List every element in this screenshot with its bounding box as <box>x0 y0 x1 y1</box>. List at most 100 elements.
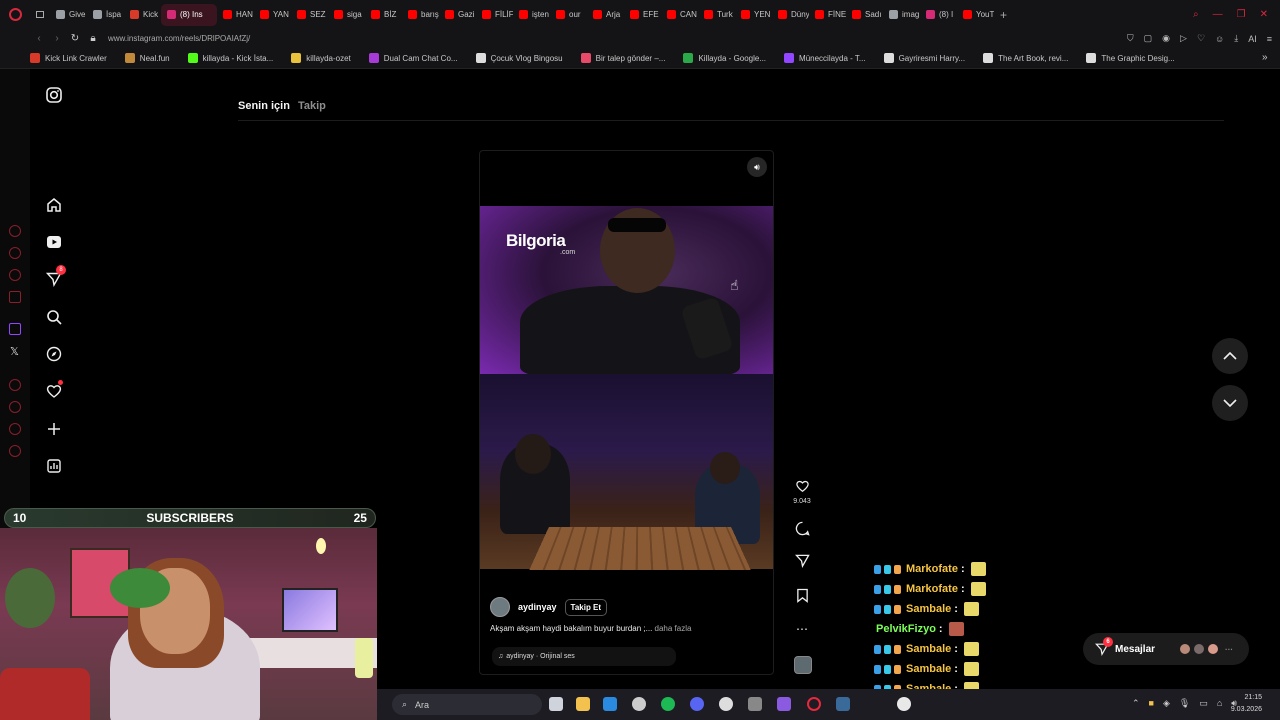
home-icon[interactable] <box>45 196 63 214</box>
browser-tab[interactable]: Give <box>50 4 87 26</box>
reel-player[interactable]: 🔊︎ Bilgoria .com aydinyay Takip Et Akşam… <box>479 150 774 675</box>
bookmarks-overflow-icon[interactable]: » <box>1262 52 1268 63</box>
browser-tab[interactable]: YouT <box>957 4 994 26</box>
address-tool-icon[interactable]: ▷ <box>1180 33 1187 44</box>
lock-icon[interactable]: 🔒︎ <box>84 33 102 44</box>
explore-icon[interactable] <box>45 345 63 363</box>
bookmark-item[interactable]: Bir talep gönder –... <box>580 53 665 63</box>
app-c-icon[interactable] <box>748 697 762 711</box>
bookmark-item[interactable]: Neal.fun <box>124 53 170 63</box>
dashboard-icon[interactable] <box>45 457 63 475</box>
back-button[interactable]: ‹ <box>30 33 48 44</box>
search-icon[interactable] <box>45 308 63 326</box>
browser-tab[interactable]: Arja <box>587 4 624 26</box>
browser-tab[interactable]: FİNE <box>809 4 846 26</box>
browser-tab[interactable]: barış <box>402 4 439 26</box>
url-field[interactable]: www.instagram.com/reels/DRlPOAIAfZj/ <box>108 34 250 43</box>
sound-on-icon[interactable]: 🔊︎ <box>747 157 767 177</box>
bookmark-item[interactable]: killayda-ozet <box>291 53 351 63</box>
browser-tab[interactable]: CAN <box>661 4 698 26</box>
sidebar-pin-icon[interactable] <box>9 423 21 435</box>
comment-icon[interactable] <box>794 520 810 536</box>
browser-tab[interactable]: FİLİF <box>476 4 513 26</box>
opera-taskbar-icon[interactable] <box>807 697 821 711</box>
audio-pill[interactable]: ♫ aydinyay · Orijinal ses <box>492 647 676 666</box>
display-icon[interactable]: ▭ <box>1199 698 1208 709</box>
search-tabs-icon[interactable]: ⌕ <box>1193 9 1199 20</box>
previous-reel-button[interactable] <box>1212 338 1248 374</box>
browser-tab[interactable]: Kick <box>124 4 161 26</box>
bookmark-item[interactable]: The Art Book, revi... <box>983 53 1068 63</box>
tray-shield-icon[interactable]: ◈ <box>1163 698 1170 709</box>
like-icon[interactable] <box>794 478 810 494</box>
file-explorer-icon[interactable] <box>576 697 590 711</box>
reload-button[interactable]: ↻ <box>66 33 84 44</box>
tab-for-you[interactable]: Senin için <box>238 100 290 112</box>
spotify-icon[interactable] <box>661 697 675 711</box>
browser-tab[interactable]: imag <box>883 4 920 26</box>
address-tool-icon[interactable]: ⛉ <box>1127 33 1134 44</box>
sidebar-chatgpt-icon[interactable] <box>9 225 21 237</box>
browser-tab[interactable]: HAN <box>217 4 254 26</box>
clock[interactable]: 21:15 9.03.2026 <box>1231 692 1262 716</box>
maximize-icon[interactable]: ❐ <box>1237 9 1246 20</box>
tab-following[interactable]: Takip <box>298 100 326 112</box>
address-tool-icon[interactable]: ≡ <box>1267 34 1272 44</box>
direct-icon[interactable]: 8 <box>45 265 66 288</box>
caption-more-link[interactable]: daha fazla <box>655 624 692 633</box>
store-icon[interactable] <box>603 697 617 711</box>
bookmark-item[interactable]: Kick Link Crawler <box>30 53 107 63</box>
obs-icon[interactable] <box>719 697 733 711</box>
browser-tab[interactable]: İspa <box>87 4 124 26</box>
address-tool-icon[interactable]: ▢ <box>1144 33 1153 44</box>
apps-grid-icon[interactable] <box>777 697 791 711</box>
browser-tab[interactable]: Düny <box>772 4 809 26</box>
tray-chevron-icon[interactable]: ⌃ <box>1132 698 1140 709</box>
bookmark-item[interactable]: Müneccilayda - T... <box>784 53 866 63</box>
browser-tab[interactable]: Gazi <box>439 4 476 26</box>
task-view-icon[interactable] <box>549 697 563 711</box>
messages-button[interactable]: 6 Mesajlar ··· <box>1083 633 1249 665</box>
network-icon[interactable]: ⌂ <box>1217 698 1222 709</box>
browser-tab[interactable]: Turk <box>698 4 735 26</box>
sidebar-m-icon[interactable] <box>9 291 21 303</box>
follow-button[interactable]: Takip Et <box>564 598 608 616</box>
sidebar-x-icon[interactable]: 𝕏 <box>10 345 19 358</box>
next-reel-button[interactable] <box>1212 385 1248 421</box>
reels-icon[interactable] <box>45 233 63 251</box>
browser-tab[interactable]: siga <box>328 4 365 26</box>
address-tool-icon[interactable]: AI <box>1248 34 1257 44</box>
create-icon[interactable] <box>45 420 63 438</box>
audio-thumbnail[interactable] <box>794 656 812 674</box>
browser-tab[interactable]: BİZ <box>365 4 402 26</box>
notifications-heart-icon[interactable] <box>45 380 63 400</box>
sidebar-messenger-icon[interactable] <box>9 269 21 281</box>
browser-tab[interactable]: YEN <box>735 4 772 26</box>
author-username[interactable]: aydinyay <box>518 602 557 612</box>
instagram-logo-icon[interactable] <box>45 86 63 104</box>
address-tool-icon[interactable]: ☺ <box>1215 34 1224 44</box>
minimize-icon[interactable]: — <box>1213 9 1223 20</box>
address-tool-icon[interactable]: ♡ <box>1197 33 1205 44</box>
browser-tab[interactable]: YAN <box>254 4 291 26</box>
sidebar-aria-icon[interactable] <box>9 247 21 259</box>
steam-icon[interactable] <box>836 697 850 711</box>
sidebar-settings-icon[interactable] <box>9 445 21 457</box>
opera-logo-icon[interactable] <box>0 0 30 29</box>
save-icon[interactable] <box>794 587 810 603</box>
tray-app-icon[interactable]: ■ <box>1149 698 1154 709</box>
discord-icon[interactable] <box>690 697 704 711</box>
browser-tab[interactable]: (8) Ins <box>161 3 217 26</box>
more-options-icon[interactable]: ⋯ <box>794 621 810 637</box>
browser-tab[interactable]: EFE <box>624 4 661 26</box>
address-tool-icon[interactable]: ⤓ <box>1234 33 1238 44</box>
bookmark-item[interactable]: Gayriresmi Harry... <box>883 53 965 63</box>
close-icon[interactable]: ✕ <box>1260 9 1268 20</box>
tab-overview-icon[interactable] <box>30 4 50 26</box>
browser-tab[interactable]: Sadı <box>846 4 883 26</box>
sidebar-history-icon[interactable] <box>9 401 21 413</box>
bookmark-item[interactable]: Dual Cam Chat Co... <box>368 53 458 63</box>
bookmark-item[interactable]: The Graphic Desig... <box>1086 53 1175 63</box>
bookmark-item[interactable]: killayda - Kick İsta... <box>187 53 273 63</box>
chrome-icon[interactable] <box>632 697 646 711</box>
